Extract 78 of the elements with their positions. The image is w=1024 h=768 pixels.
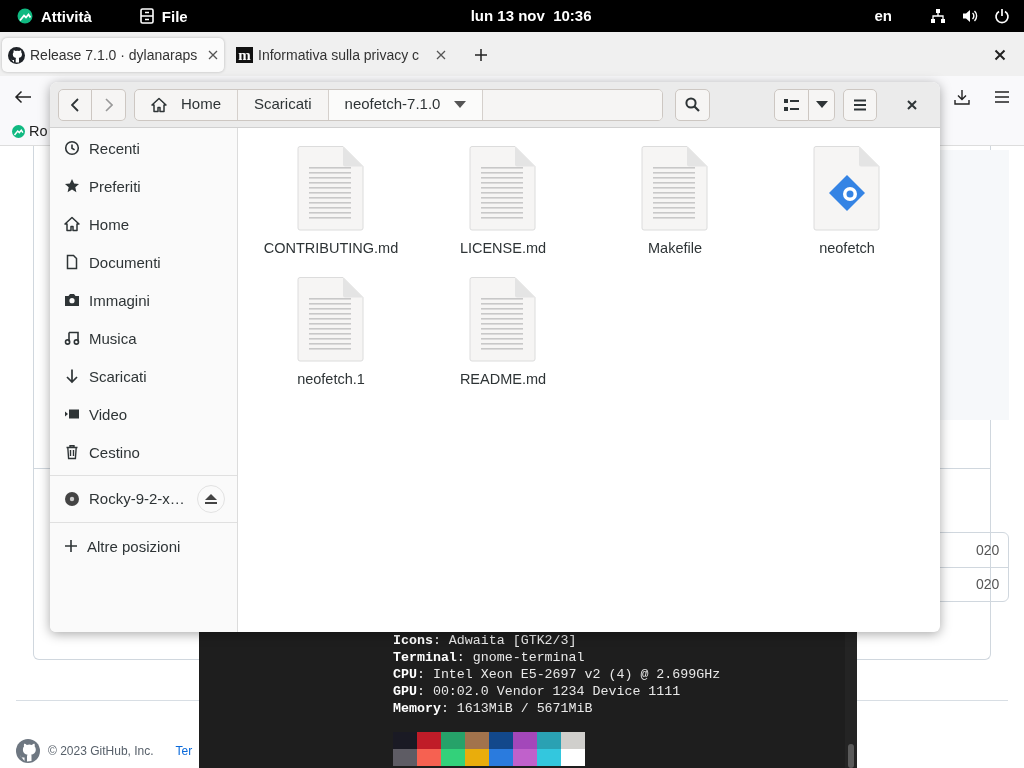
file-cabinet-icon xyxy=(139,8,154,24)
sidebar-item[interactable]: Recenti xyxy=(50,129,237,167)
arrow-down-icon xyxy=(64,368,80,384)
network-icon[interactable] xyxy=(930,8,946,24)
close-icon[interactable] xyxy=(208,50,218,60)
sidebar-item[interactable]: Cestino xyxy=(50,433,237,471)
disc-icon xyxy=(64,491,80,507)
file-name[interactable]: neofetch.1 xyxy=(297,369,365,391)
music-icon xyxy=(64,330,80,346)
list-view-icon xyxy=(784,98,799,111)
sidebar-item[interactable]: Preferiti xyxy=(50,167,237,205)
close-button[interactable] xyxy=(994,49,1006,61)
file-name[interactable]: neofetch xyxy=(819,238,875,260)
volume-icon[interactable] xyxy=(962,8,978,24)
file-name[interactable]: CONTRIBUTING.md xyxy=(263,238,399,260)
view-button[interactable] xyxy=(774,88,809,121)
back-button[interactable] xyxy=(14,90,32,104)
menu-icon xyxy=(994,90,1010,104)
download-icon xyxy=(954,89,970,105)
sidebar-item[interactable]: Scaricati xyxy=(50,357,237,395)
clock-icon xyxy=(64,140,80,156)
app-menu-button[interactable]: File xyxy=(139,8,188,24)
terminal-line: Memory: 1613MiB / 5671MiB xyxy=(393,700,594,717)
sidebar-item[interactable]: Musica xyxy=(50,319,237,357)
chevron-right-icon xyxy=(104,97,113,112)
sidebar-item[interactable]: Video xyxy=(50,395,237,433)
new-tab-button[interactable] xyxy=(474,48,488,62)
menu-icon xyxy=(853,98,867,111)
sidebar-item[interactable]: Immagini xyxy=(50,281,237,319)
home-icon xyxy=(64,216,80,232)
logo-icon xyxy=(16,739,40,763)
search-icon xyxy=(685,97,700,112)
bookmark-item[interactable]: Ro xyxy=(12,124,48,139)
power-icon[interactable] xyxy=(994,8,1010,24)
terminal-line: Terminal: gnome-terminal xyxy=(393,649,586,666)
copyright-text: © 2023 GitHub, Inc. xyxy=(48,743,154,760)
clock[interactable]: lun 13 nov 10:36 xyxy=(470,6,592,24)
downloads-button[interactable] xyxy=(954,89,970,105)
caret-down-icon xyxy=(815,101,828,108)
trash-icon xyxy=(64,444,80,460)
scrollbar[interactable] xyxy=(845,632,857,768)
plus-icon xyxy=(474,48,488,62)
file-name[interactable]: README.md xyxy=(459,369,547,391)
file-name[interactable]: LICENSE.md xyxy=(459,238,547,260)
script-file-icon[interactable] xyxy=(812,145,882,232)
close-icon xyxy=(994,49,1006,61)
plus-icon xyxy=(64,539,78,553)
close-icon xyxy=(907,99,917,110)
search-button[interactable] xyxy=(675,88,710,121)
activities-button[interactable]: Attività xyxy=(17,8,92,24)
sidebar-item[interactable]: Altre posizioni xyxy=(50,527,237,565)
table-cell-text: 020 xyxy=(975,540,1001,560)
site-logo-icon: m xyxy=(236,47,253,63)
browser-tab[interactable]: m Informativa sulla privacy c xyxy=(230,38,452,72)
file-name[interactable]: Makefile xyxy=(648,238,702,260)
document-icon xyxy=(64,254,80,270)
chevron-left-icon xyxy=(71,97,79,112)
terminal-line: GPU: 00:02.0 Vendor 1234 Device 1111 xyxy=(393,683,682,700)
sidebar-item[interactable]: Home xyxy=(50,205,237,243)
eject-icon xyxy=(205,493,217,505)
view-options-button[interactable] xyxy=(809,88,835,121)
close-button[interactable] xyxy=(907,99,917,110)
logo-icon xyxy=(8,46,25,64)
close-icon[interactable] xyxy=(436,50,446,60)
rocky-logo-icon xyxy=(17,8,33,24)
sidebar-item[interactable]: Rocky-9-2-x… xyxy=(50,480,237,518)
arrow-left-icon xyxy=(14,90,32,104)
eject-button[interactable] xyxy=(197,485,225,513)
input-source-indicator[interactable]: en xyxy=(874,4,892,28)
sidebar-item[interactable]: Documenti xyxy=(50,243,237,281)
footer-link[interactable]: Ter xyxy=(175,742,193,760)
camera-icon xyxy=(64,292,80,308)
terminal-line: Icons: Adwaita [GTK2/3] xyxy=(393,632,578,649)
menu-button[interactable] xyxy=(994,90,1010,104)
browser-tab[interactable]: Release 7.1.0 · dylanaraps xyxy=(2,38,224,72)
terminal-line: CPU: Intel Xeon E5-2697 v2 (4) @ 2.699GHz xyxy=(393,666,721,683)
rocky-logo-icon xyxy=(12,125,25,138)
star-icon xyxy=(64,178,80,194)
